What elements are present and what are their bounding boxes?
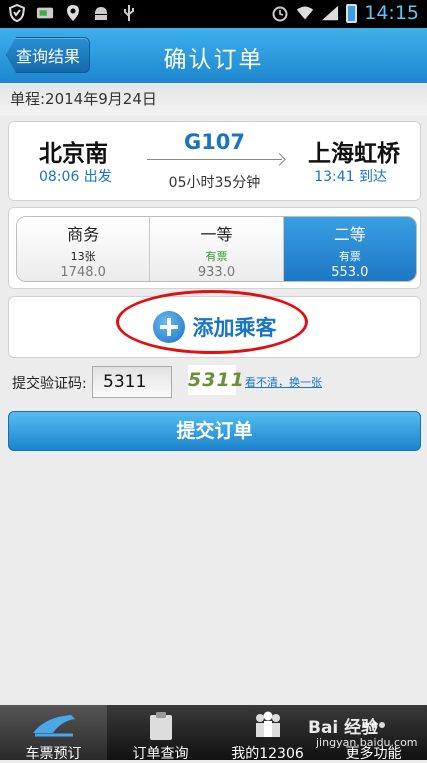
trip-date: 单程:2014年9月24日: [10, 90, 157, 108]
arrival-station: 上海虹桥: [308, 141, 400, 167]
train-icon: [0, 711, 107, 739]
page-title: 确认订单: [163, 47, 264, 73]
tab-label: 我的12306: [231, 746, 304, 762]
arrival-time: 13:41 到达: [314, 169, 387, 185]
tab-label: 车票预订: [25, 746, 82, 762]
seat-option-business[interactable]: 商务 13张 1748.0: [17, 217, 151, 281]
route-arrow-line: [147, 159, 282, 160]
sim-icon: [36, 4, 54, 22]
tab-order-query[interactable]: 订单查询: [107, 705, 214, 762]
seat-option-first-class[interactable]: 一等 有票 933.0: [150, 217, 284, 281]
seat-class-card: 商务 13张 1748.0 一等 有票 933.0 二等 有票 553.0: [8, 207, 421, 289]
shield-icon: [8, 4, 26, 22]
clock: 14:15: [364, 2, 419, 24]
clipboard-icon: [107, 711, 214, 741]
captcha-label: 提交验证码:: [12, 376, 87, 392]
highlight-annotation: [116, 290, 308, 354]
seat-price: 1748.0: [60, 265, 106, 280]
seat-class-name: 一等: [200, 225, 233, 244]
arrow-right-icon: [273, 153, 286, 166]
seat-price: 933.0: [197, 265, 236, 280]
submit-order-button[interactable]: 提交订单: [8, 411, 421, 451]
seat-availability: 有票: [205, 250, 228, 263]
signal-icon: [321, 4, 339, 22]
watermark-logo: Bai 经验: [308, 718, 379, 738]
tab-ticket-booking[interactable]: 车票预订: [0, 705, 107, 762]
captcha-refresh-link[interactable]: 看不清，换一张: [245, 374, 322, 390]
people-icon: [214, 711, 321, 739]
train-info-card: 北京南 08:06 出发 G107 05小时35分钟 上海虹桥 13:41 到达: [8, 121, 421, 201]
captcha-input[interactable]: 5311: [92, 366, 172, 398]
seat-availability: 有票: [338, 250, 361, 263]
tab-my-12306[interactable]: 我的12306: [214, 705, 321, 762]
seat-option-second-class[interactable]: 二等 有票 553.0: [283, 217, 416, 281]
seat-class-name: 二等: [333, 225, 366, 244]
battery-icon: [346, 3, 358, 23]
app-header: 查询结果 确认订单: [0, 28, 427, 83]
usb-icon: [120, 4, 138, 22]
android-icon: [92, 4, 110, 22]
seat-price: 553.0: [331, 265, 369, 280]
captcha-image[interactable]: 5311: [188, 365, 244, 395]
seat-class-selector: 商务 13张 1748.0 一等 有票 933.0 二等 有票 553.0: [16, 216, 417, 282]
tab-label: 订单查询: [132, 746, 189, 762]
wifi-icon: [296, 4, 314, 22]
alarm-icon: [271, 4, 289, 22]
status-bar: 14:15: [0, 0, 427, 28]
seat-availability: 13张: [70, 250, 96, 263]
location-icon: [64, 4, 82, 22]
watermark-url: jingyan.baidu.com: [316, 736, 418, 749]
seat-class-name: 商务: [67, 225, 100, 244]
